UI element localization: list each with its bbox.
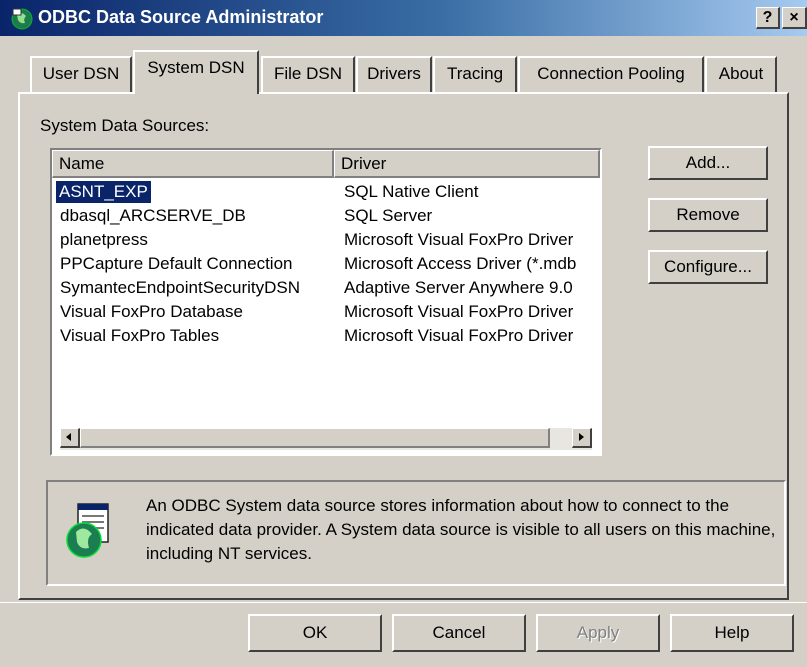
list-row[interactable]: Visual FoxPro Tables Microsoft Visual Fo… bbox=[52, 324, 600, 348]
row-driver: Microsoft Visual FoxPro Driver bbox=[344, 230, 574, 249]
ok-button-label: OK bbox=[302, 623, 328, 642]
row-name: planetpress bbox=[60, 230, 148, 249]
list-row[interactable]: Visual FoxPro Database Microsoft Visual … bbox=[52, 300, 600, 324]
system-data-sources-label: System Data Sources: bbox=[40, 116, 209, 136]
list-row[interactable]: SymantecEndpointSecurityDSN Adaptive Ser… bbox=[52, 276, 600, 300]
ok-button[interactable]: OK bbox=[248, 614, 382, 652]
remove-button[interactable]: Remove bbox=[648, 198, 768, 232]
scroll-thumb[interactable] bbox=[80, 428, 550, 448]
configure-button-label: Configure... bbox=[664, 257, 752, 276]
scroll-right-button[interactable] bbox=[572, 428, 592, 448]
row-driver: SQL Native Client bbox=[344, 182, 479, 201]
row-driver: Microsoft Access Driver (*.mdb bbox=[344, 254, 577, 273]
list-row[interactable]: ASNT_EXP SQL Native Client bbox=[52, 180, 600, 204]
apply-button[interactable]: Apply bbox=[536, 614, 660, 652]
system-data-sources-text: System Data Sources: bbox=[40, 116, 210, 135]
window-title: ODBC Data Source Administrator bbox=[38, 7, 324, 27]
tab-user-dsn[interactable]: User DSN bbox=[30, 56, 132, 92]
apply-button-label: Apply bbox=[576, 623, 620, 642]
row-name: PPCapture Default Connection bbox=[60, 254, 293, 273]
row-name: dbasql_ARCSERVE_DB bbox=[60, 206, 246, 225]
scroll-left-button[interactable] bbox=[60, 428, 80, 448]
tab-connection-pooling[interactable]: Connection Pooling bbox=[518, 56, 704, 92]
cancel-button[interactable]: Cancel bbox=[392, 614, 526, 652]
configure-button[interactable]: Configure... bbox=[648, 250, 768, 284]
list-row[interactable]: PPCapture Default Connection Microsoft A… bbox=[52, 252, 600, 276]
tab-drivers[interactable]: Drivers bbox=[356, 56, 432, 92]
title-bar[interactable]: ODBC Data Source Administrator ? × bbox=[0, 0, 807, 36]
odbc-database-icon bbox=[64, 502, 112, 564]
row-driver: Microsoft Visual FoxPro Driver bbox=[344, 326, 574, 345]
scroll-right-arrow-icon bbox=[579, 433, 584, 441]
info-groupbox: An ODBC System data source stores inform… bbox=[46, 480, 786, 586]
info-text: An ODBC System data source stores inform… bbox=[146, 496, 776, 563]
add-button[interactable]: Add... bbox=[648, 146, 768, 180]
column-header-name[interactable]: Name bbox=[52, 150, 334, 178]
row-name: ASNT_EXP bbox=[55, 180, 152, 204]
odbc-app-icon bbox=[10, 6, 34, 30]
remove-button-label: Remove bbox=[676, 205, 740, 224]
cancel-button-label: Cancel bbox=[432, 623, 486, 642]
add-button-label: Add... bbox=[685, 153, 731, 172]
close-title-button[interactable]: × bbox=[782, 7, 807, 29]
row-driver: Microsoft Visual FoxPro Driver bbox=[344, 302, 574, 321]
list-row[interactable]: planetpress Microsoft Visual FoxPro Driv… bbox=[52, 228, 600, 252]
list-rows: ASNT_EXP SQL Native Client dbasql_ARCSER… bbox=[52, 180, 600, 348]
tab-about[interactable]: About bbox=[705, 56, 777, 92]
list-row[interactable]: dbasql_ARCSERVE_DB SQL Server bbox=[52, 204, 600, 228]
tab-tracing[interactable]: Tracing bbox=[433, 56, 517, 92]
tab-file-dsn[interactable]: File DSN bbox=[261, 56, 355, 92]
horizontal-scrollbar[interactable] bbox=[60, 428, 592, 450]
tab-system-dsn[interactable]: System DSN bbox=[133, 50, 259, 94]
help-button[interactable]: Help bbox=[670, 614, 794, 652]
help-title-button[interactable]: ? bbox=[756, 7, 780, 29]
data-sources-list[interactable]: Name Driver ASNT_EXP SQL Native Client d… bbox=[50, 148, 602, 456]
row-name: Visual FoxPro Database bbox=[60, 302, 244, 321]
row-driver: Adaptive Server Anywhere 9.0 bbox=[344, 278, 573, 297]
row-driver: SQL Server bbox=[344, 206, 433, 225]
row-name: Visual FoxPro Tables bbox=[60, 326, 220, 345]
column-header-driver[interactable]: Driver bbox=[334, 150, 600, 178]
footer-divider bbox=[0, 602, 807, 603]
row-name: SymantecEndpointSecurityDSN bbox=[60, 278, 301, 297]
help-button-label: Help bbox=[714, 623, 750, 642]
scroll-left-arrow-icon bbox=[66, 433, 71, 441]
